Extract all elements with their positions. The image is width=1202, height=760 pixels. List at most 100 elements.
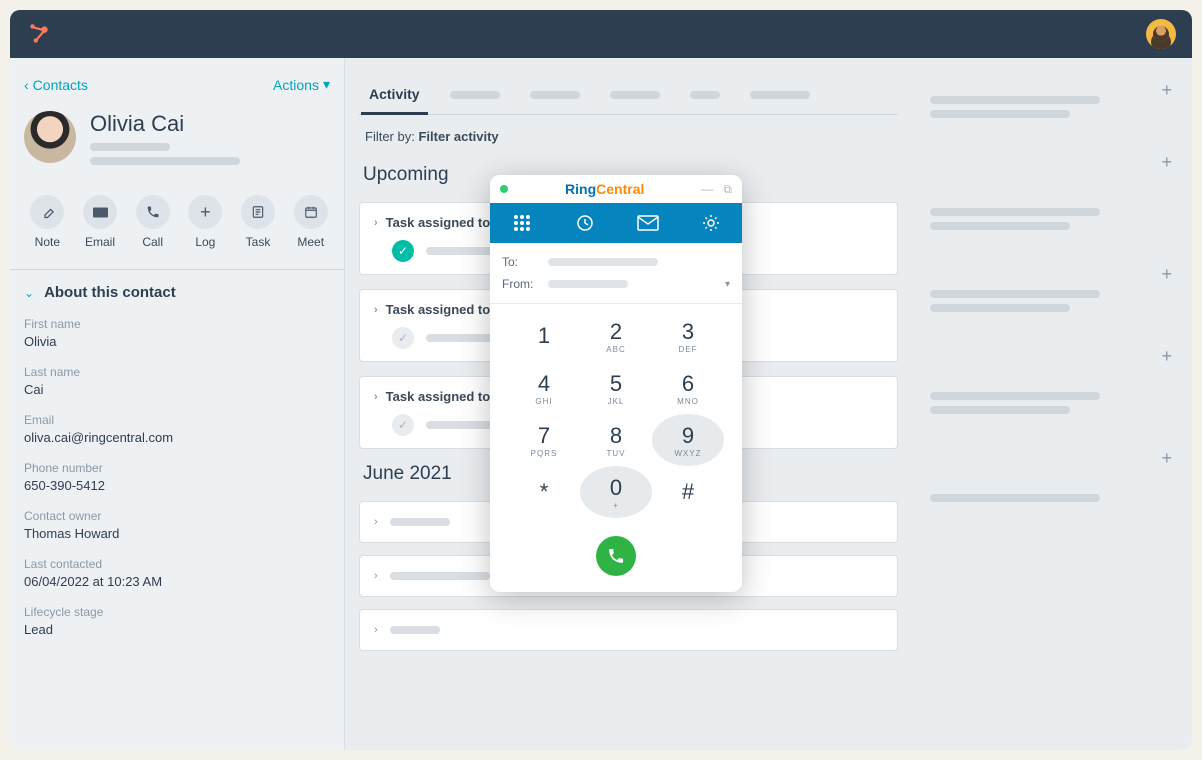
field-label: Contact owner xyxy=(24,509,330,523)
ringcentral-dialer[interactable]: RingCentral — ⧉ xyxy=(490,175,742,592)
history-item[interactable]: › xyxy=(359,609,898,651)
dialer-titlebar: RingCentral — ⧉ xyxy=(490,175,742,203)
dialer-tab-messages[interactable] xyxy=(616,203,679,243)
call-button[interactable] xyxy=(596,536,636,576)
field-label: Lifecycle stage xyxy=(24,605,330,619)
task-checkbox[interactable]: ✓ xyxy=(392,414,414,436)
chevron-down-icon[interactable]: ⌄ xyxy=(24,286,34,300)
plus-icon[interactable]: + xyxy=(1161,80,1172,101)
dialer-to-field[interactable]: To: xyxy=(502,251,730,273)
minimize-icon[interactable]: — xyxy=(701,182,713,197)
actions-dropdown[interactable]: Actions ▾ xyxy=(273,76,330,93)
keypad-hash[interactable]: # xyxy=(652,466,724,518)
dialer-tab-settings[interactable] xyxy=(679,203,742,243)
phone-icon xyxy=(607,547,625,565)
action-label: Call xyxy=(142,235,163,249)
plus-icon[interactable]: + xyxy=(1161,448,1172,469)
keypad-1[interactable]: 1 xyxy=(508,310,580,362)
right-card: + xyxy=(926,444,1178,532)
contact-field[interactable]: Last contacted06/04/2022 at 10:23 AM xyxy=(24,557,330,589)
user-avatar[interactable] xyxy=(1146,19,1176,49)
keypad-4[interactable]: 4GHI xyxy=(508,362,580,414)
call-button[interactable]: Call xyxy=(133,195,172,249)
action-label: Email xyxy=(85,235,115,249)
keypad-7[interactable]: 7PQRS xyxy=(508,414,580,466)
placeholder-line xyxy=(930,222,1070,230)
plus-icon[interactable]: + xyxy=(1161,264,1172,285)
action-label: Log xyxy=(195,235,215,249)
tab-placeholder xyxy=(530,91,580,99)
right-card: + xyxy=(926,342,1178,444)
chevron-right-icon: › xyxy=(374,516,378,528)
task-checkbox[interactable]: ✓ xyxy=(392,327,414,349)
right-card: + xyxy=(926,148,1178,260)
keypad-5[interactable]: 5JKL xyxy=(580,362,652,414)
placeholder-line xyxy=(930,208,1100,216)
breadcrumb-contacts[interactable]: ‹ Contacts xyxy=(24,77,88,93)
keypad-0[interactable]: 0+ xyxy=(580,466,652,518)
placeholder-line xyxy=(90,143,170,151)
hubspot-logo-icon xyxy=(26,21,52,47)
task-title: Task assigned to xyxy=(386,389,491,404)
dialer-tab-keypad[interactable] xyxy=(490,203,553,243)
note-button[interactable]: Note xyxy=(28,195,67,249)
contact-field[interactable]: Phone number650-390-5412 xyxy=(24,461,330,493)
placeholder-line xyxy=(390,572,490,580)
email-button[interactable]: Email xyxy=(81,195,120,249)
plus-icon[interactable]: + xyxy=(1161,346,1172,367)
contact-field[interactable]: First nameOlivia xyxy=(24,317,330,349)
chevron-right-icon: › xyxy=(374,217,378,229)
field-value: Lead xyxy=(24,622,330,637)
clock-icon xyxy=(576,214,594,232)
tab-activity[interactable]: Activity xyxy=(369,76,420,114)
email-icon xyxy=(83,195,117,229)
dialer-from-field[interactable]: From: ▾ xyxy=(502,273,730,295)
task-title: Task assigned to xyxy=(386,215,491,230)
presence-dot-icon xyxy=(500,185,508,193)
log-icon: + xyxy=(188,195,222,229)
keypad-9[interactable]: 9WXYZ xyxy=(652,414,724,466)
keypad-star[interactable]: * xyxy=(508,466,580,518)
field-value: oliva.cai@ringcentral.com xyxy=(24,430,330,445)
contact-field[interactable]: Emailoliva.cai@ringcentral.com xyxy=(24,413,330,445)
log-button[interactable]: + Log xyxy=(186,195,225,249)
meet-button[interactable]: Meet xyxy=(291,195,330,249)
placeholder-line xyxy=(930,96,1100,104)
keypad-6[interactable]: 6MNO xyxy=(652,362,724,414)
field-label: Phone number xyxy=(24,461,330,475)
caret-down-icon: ▾ xyxy=(725,279,730,290)
action-label: Note xyxy=(35,235,60,249)
filter-row[interactable]: Filter by: Filter activity xyxy=(359,129,898,144)
field-label: First name xyxy=(24,317,330,331)
contact-field[interactable]: Last nameCai xyxy=(24,365,330,397)
contact-field[interactable]: Contact ownerThomas Howard xyxy=(24,509,330,541)
chevron-right-icon: › xyxy=(374,304,378,316)
action-label: Task xyxy=(246,235,271,249)
plus-icon[interactable]: + xyxy=(1161,152,1172,173)
note-icon xyxy=(30,195,64,229)
task-checkbox[interactable]: ✓ xyxy=(392,240,414,262)
field-label: Last contacted xyxy=(24,557,330,571)
keypad-8[interactable]: 8TUV xyxy=(580,414,652,466)
keypad-icon xyxy=(513,214,531,232)
keypad-3[interactable]: 3DEF xyxy=(652,310,724,362)
keypad-2[interactable]: 2ABC xyxy=(580,310,652,362)
task-icon xyxy=(241,195,275,229)
placeholder-line xyxy=(90,157,240,165)
field-label: Last name xyxy=(24,365,330,379)
call-icon xyxy=(136,195,170,229)
about-section-title: About this contact xyxy=(44,284,176,301)
chevron-right-icon: › xyxy=(374,570,378,582)
placeholder-line xyxy=(930,110,1070,118)
dialer-tab-history[interactable] xyxy=(553,203,616,243)
top-bar xyxy=(10,10,1192,58)
placeholder-line xyxy=(930,290,1100,298)
popout-icon[interactable]: ⧉ xyxy=(723,182,732,197)
meet-icon xyxy=(294,195,328,229)
task-title: Task assigned to xyxy=(386,302,491,317)
task-button[interactable]: Task xyxy=(239,195,278,249)
contact-field[interactable]: Lifecycle stage Lead xyxy=(24,605,330,637)
placeholder-line xyxy=(390,518,450,526)
placeholder-line xyxy=(930,494,1100,502)
contact-avatar[interactable] xyxy=(24,111,76,163)
